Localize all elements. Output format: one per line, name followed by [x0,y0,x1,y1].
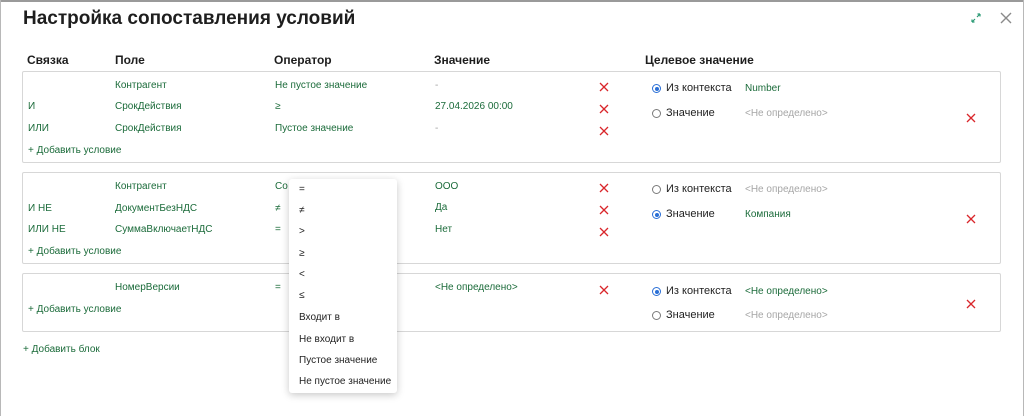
radio-value[interactable] [652,109,661,118]
condition-value[interactable]: - [435,123,438,134]
target-value-field[interactable]: <Не определено> [745,310,828,321]
operator-option-empty[interactable]: Пустое значение [299,355,377,366]
radio-value[interactable] [652,210,661,219]
add-condition-link[interactable]: + Добавить условие [28,145,121,156]
window-top-border [0,0,1024,2]
delete-condition-icon[interactable] [599,285,609,295]
operator-option-greater[interactable]: > [299,226,305,237]
condition-link[interactable]: И НЕ [28,203,52,214]
condition-operator[interactable]: Не пустое значение [275,80,367,91]
condition-field[interactable]: ДокументБезНДС [115,203,197,214]
operator-option-less[interactable]: < [299,269,305,280]
delete-block-icon[interactable] [966,299,976,309]
delete-condition-icon[interactable] [599,183,609,193]
delete-condition-icon[interactable] [599,126,609,136]
delete-block-icon[interactable] [966,214,976,224]
condition-field[interactable]: СрокДействия [115,101,182,112]
condition-value[interactable]: 27.04.2026 00:00 [435,101,513,112]
condition-value[interactable]: Да [435,202,447,213]
window-left-border [0,0,1,416]
operator-option-not-equal[interactable]: ≠ [299,205,305,216]
column-header-value: Значение [434,53,491,67]
add-condition-link[interactable]: + Добавить условие [28,246,121,257]
delete-condition-icon[interactable] [599,227,609,237]
target-value-field[interactable]: <Не определено> [745,108,828,119]
radio-from-context-label: Из контекста [666,82,732,94]
radio-from-context[interactable] [652,287,661,296]
condition-operator[interactable]: Пустое значение [275,123,353,134]
add-block-link[interactable]: + Добавить блок [23,344,100,355]
column-header-target: Целевое значение [645,53,754,67]
radio-value-label: Значение [666,107,715,119]
add-condition-link[interactable]: + Добавить условие [28,304,121,315]
operator-option-in[interactable]: Входит в [299,312,340,323]
condition-operator[interactable]: Со [275,181,288,192]
condition-operator[interactable]: = [275,282,281,293]
condition-field[interactable]: Контрагент [115,80,167,91]
operator-dropdown: = ≠ > ≥ < ≤ Входит в Не входит в Пустое … [289,179,397,393]
dialog-title: Настройка сопоставления условий [23,8,356,29]
condition-field[interactable]: СуммаВключаетНДС [115,224,213,235]
radio-value-label: Значение [666,208,715,220]
column-header-operator: Оператор [274,53,332,67]
operator-option-less-equal[interactable]: ≤ [299,290,305,301]
condition-link[interactable]: ИЛИ [28,123,49,134]
radio-from-context[interactable] [652,84,661,93]
delete-block-icon[interactable] [966,113,976,123]
condition-block: Контрагент Не пустое значение - И СрокДе… [22,71,1001,163]
delete-condition-icon[interactable] [599,82,609,92]
close-icon[interactable] [998,10,1014,26]
condition-value[interactable]: <Не определено> [435,282,518,293]
target-context-value[interactable]: <Не определено> [745,184,828,195]
condition-operator[interactable]: ≠ [275,203,281,214]
column-header-field: Поле [115,53,145,67]
condition-value[interactable]: Нет [435,224,452,235]
column-header-link: Связка [27,53,69,67]
radio-value-label: Значение [666,309,715,321]
radio-from-context[interactable] [652,185,661,194]
condition-link[interactable]: ИЛИ НЕ [28,224,66,235]
delete-condition-icon[interactable] [599,205,609,215]
target-value-field[interactable]: Компания [745,209,791,220]
operator-option-equal[interactable]: = [299,184,305,195]
radio-value[interactable] [652,311,661,320]
target-context-value[interactable]: Number [745,83,781,94]
condition-operator[interactable]: ≥ [275,101,281,112]
condition-block: НомерВерсии = <Не определено> + Добавить… [22,273,1001,332]
condition-value[interactable]: ООО [435,181,458,192]
condition-operator[interactable]: = [275,224,281,235]
expand-icon[interactable] [969,11,983,25]
radio-from-context-label: Из контекста [666,285,732,297]
operator-option-greater-equal[interactable]: ≥ [299,248,305,259]
condition-field[interactable]: НомерВерсии [115,282,180,293]
condition-link[interactable]: И [28,101,35,112]
operator-option-not-empty[interactable]: Не пустое значение [299,376,391,387]
condition-field[interactable]: Контрагент [115,181,167,192]
delete-condition-icon[interactable] [599,104,609,114]
condition-block: Контрагент Со ООО И НЕ ДокументБезНДС ≠ … [22,172,1001,264]
condition-field[interactable]: СрокДействия [115,123,182,134]
radio-from-context-label: Из контекста [666,183,732,195]
operator-option-not-in[interactable]: Не входит в [299,334,354,345]
condition-value[interactable]: - [435,80,438,91]
target-context-value[interactable]: <Не определено> [745,286,828,297]
